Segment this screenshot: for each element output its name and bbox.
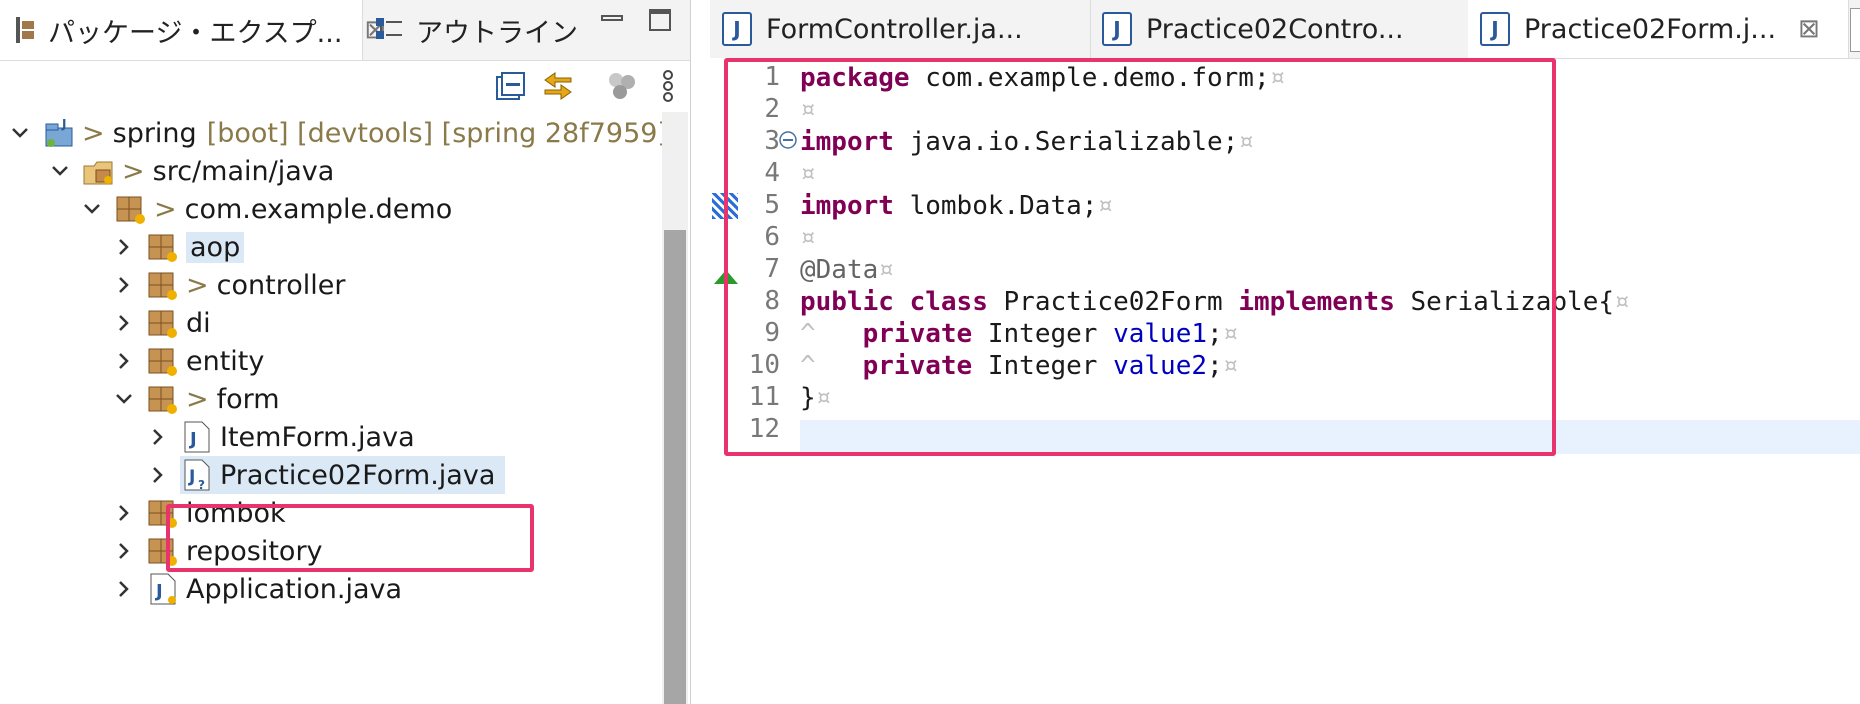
tab-label: Practice02Form.j...: [1524, 13, 1777, 45]
package-name: com.example.demo: [184, 193, 453, 225]
file-name: ItemForm.java: [220, 421, 415, 453]
chevron-right-icon[interactable]: [112, 530, 136, 572]
tree-item-source-folder[interactable]: > src/main/java: [48, 150, 334, 192]
java-editor: J FormController.ja... J Practice02Contr…: [710, 0, 1860, 704]
file-name: Application.java: [186, 573, 403, 605]
chevron-right-icon[interactable]: [112, 340, 136, 382]
package-name: entity: [186, 345, 265, 377]
chevron-right-icon[interactable]: [112, 302, 136, 344]
svg-text:J: J: [154, 581, 163, 602]
selected-item: J? Practice02Form.java: [180, 456, 506, 494]
tab-outline[interactable]: アウトライン: [366, 0, 578, 60]
tree-item-package-di[interactable]: di: [112, 302, 211, 344]
java-file-icon: J: [722, 12, 752, 46]
chevron-right-icon[interactable]: [146, 416, 170, 458]
dirty-marker: >: [186, 269, 209, 301]
java-file-icon: J: [1480, 12, 1510, 46]
tab-label: パッケージ・エクスプ...: [48, 17, 343, 49]
package-icon: [146, 268, 180, 302]
highlight-box-code: [724, 58, 1556, 456]
editor-tab-practice02controller[interactable]: J Practice02Contro...: [1090, 0, 1469, 58]
tab-label: アウトライン: [416, 17, 578, 49]
chevron-down-icon[interactable]: [48, 150, 72, 192]
chevron-down-icon[interactable]: [8, 112, 32, 154]
project-decorations: [boot] [devtools] [spring 28f7959]: [206, 117, 668, 149]
tab-label: FormController.ja...: [766, 13, 1023, 45]
package-name: aop: [186, 231, 245, 263]
java-file-icon: J: [146, 572, 180, 606]
outline-icon: [374, 15, 404, 45]
dirty-marker: >: [186, 383, 209, 415]
package-name: di: [186, 307, 211, 339]
svg-text:?: ?: [198, 478, 205, 492]
chevron-right-icon[interactable]: [112, 492, 136, 534]
svg-text:J: J: [61, 117, 66, 131]
dirty-marker: >: [82, 117, 105, 149]
package-icon: [146, 344, 180, 378]
source-folder-icon: [82, 154, 116, 188]
view-toolbar: [0, 62, 690, 110]
package-name: form: [216, 383, 280, 415]
filter-icon[interactable]: [604, 68, 640, 104]
collapse-all-icon[interactable]: [492, 68, 528, 104]
file-name: Practice02Form.java: [220, 459, 496, 491]
editor-tab-practice02form[interactable]: J Practice02Form.j... ⊠: [1468, 0, 1849, 58]
editor-tab-bar: J FormController.ja... J Practice02Contr…: [710, 0, 1860, 59]
project-icon: J: [42, 116, 76, 150]
chevron-right-icon[interactable]: [112, 226, 136, 268]
minimize-icon[interactable]: [600, 8, 626, 30]
chevron-right-icon[interactable]: [112, 568, 136, 610]
tab-overflow-edge: [1850, 8, 1860, 52]
view-tab-bar: パッケージ・エクスプ... ⊠ アウトライン: [0, 0, 690, 61]
chevron-down-icon[interactable]: [112, 378, 136, 420]
package-icon: [146, 382, 180, 416]
java-file-icon: J: [180, 420, 214, 454]
tree-item-package-aop[interactable]: aop: [112, 226, 245, 268]
chevron-right-icon[interactable]: [112, 264, 136, 306]
java-file-unversioned-icon: J?: [180, 458, 214, 492]
svg-text:J: J: [188, 429, 197, 450]
whitespace-marker: ¤: [1614, 287, 1630, 317]
tree-item-file-itemform[interactable]: J ItemForm.java: [146, 416, 415, 458]
tree-item-package-root[interactable]: > com.example.demo: [80, 188, 452, 230]
package-icon: [146, 306, 180, 340]
tree-item-package-entity[interactable]: entity: [112, 340, 264, 382]
java-file-icon: J: [1102, 12, 1132, 46]
highlight-box-file: [166, 504, 534, 572]
editor-tab-formcontroller[interactable]: J FormController.ja...: [710, 0, 1091, 58]
tree-item-project[interactable]: J > spring [boot] [devtools] [spring 28f…: [8, 112, 668, 154]
view-menu-icon[interactable]: [650, 68, 686, 104]
tab-label: Practice02Contro...: [1146, 13, 1404, 45]
close-icon[interactable]: ⊠: [1798, 14, 1820, 44]
package-name: controller: [216, 269, 346, 301]
link-with-editor-icon[interactable]: [540, 68, 576, 104]
tab-package-explorer[interactable]: パッケージ・エクスプ... ⊠: [0, 0, 386, 60]
svg-text:J: J: [188, 467, 195, 487]
dirty-marker: >: [122, 155, 145, 187]
package-icon: [114, 192, 148, 226]
chevron-right-icon[interactable]: [146, 454, 170, 496]
maximize-icon[interactable]: [648, 8, 674, 31]
chevron-down-icon[interactable]: [80, 188, 104, 230]
dirty-marker: >: [154, 193, 177, 225]
package-explorer-view: パッケージ・エクスプ... ⊠ アウトライン J > spring [boot]…: [0, 0, 691, 704]
tree-item-file-application[interactable]: J Application.java: [112, 568, 402, 610]
tree-item-package-controller[interactable]: > controller: [112, 264, 345, 306]
package-icon: [146, 230, 180, 264]
source-folder-name: src/main/java: [152, 155, 335, 187]
package-explorer-icon: [14, 15, 36, 45]
scrollbar-thumb[interactable]: [664, 230, 686, 704]
project-name: spring: [112, 117, 197, 149]
tree-item-file-practice02form[interactable]: J? Practice02Form.java: [146, 454, 506, 496]
tree-item-package-form[interactable]: > form: [112, 378, 280, 420]
